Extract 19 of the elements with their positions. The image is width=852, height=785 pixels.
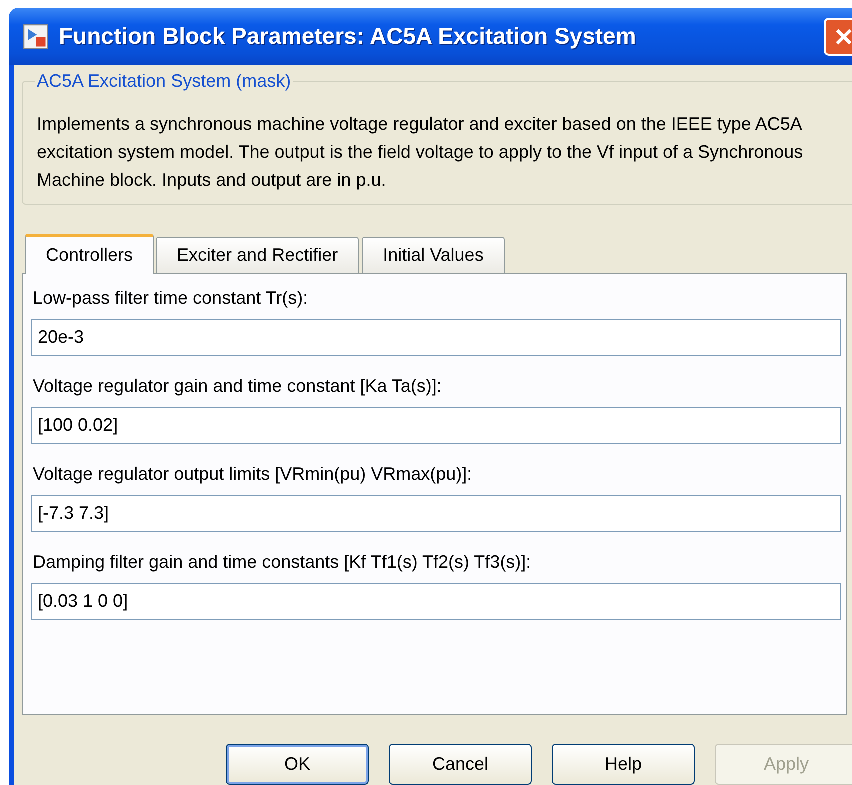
input-field[interactable]: [-7.3 7.3] (31, 495, 841, 532)
tab[interactable]: Exciter and Rectifier (156, 237, 360, 273)
window-title: Function Block Parameters: AC5A Excitation System (59, 23, 636, 50)
dialog-button[interactable]: Cancel (389, 744, 532, 785)
description-text: Implements a synchronous machine voltage regulator and exciter based on the IEEE type AC5A excitation system model. The output is the field voltage to apply to the Vf input of a Synchronous Machine block. Inputs and output are in p.u. (37, 113, 804, 192)
dialog-button[interactable]: OK (226, 744, 369, 785)
tab[interactable]: Initial Values (362, 237, 505, 273)
block-icon (23, 24, 49, 50)
input-field[interactable]: 20e-3 (31, 319, 841, 356)
input-field[interactable]: [0.03 1 0 0] (31, 583, 841, 620)
dialog-button[interactable]: Help (552, 744, 695, 785)
field-label: Voltage regulator gain and time constant [Ka Ta(s)]: (33, 376, 443, 397)
group-legend: AC5A Excitation System (mask) (35, 71, 294, 92)
tab[interactable]: Controllers (25, 234, 154, 274)
close-button[interactable] (824, 18, 852, 56)
field-label: Low-pass filter time constant Tr(s): (33, 288, 310, 309)
field-label: Voltage regulator output limits [VRmin(pu) VRmax(pu)]: (33, 464, 474, 485)
input-field[interactable]: [100 0.02] (31, 407, 841, 444)
field-label: Damping filter gain and time constants [Kf Tf1(s) Tf2(s) Tf3(s)]: (33, 552, 532, 573)
